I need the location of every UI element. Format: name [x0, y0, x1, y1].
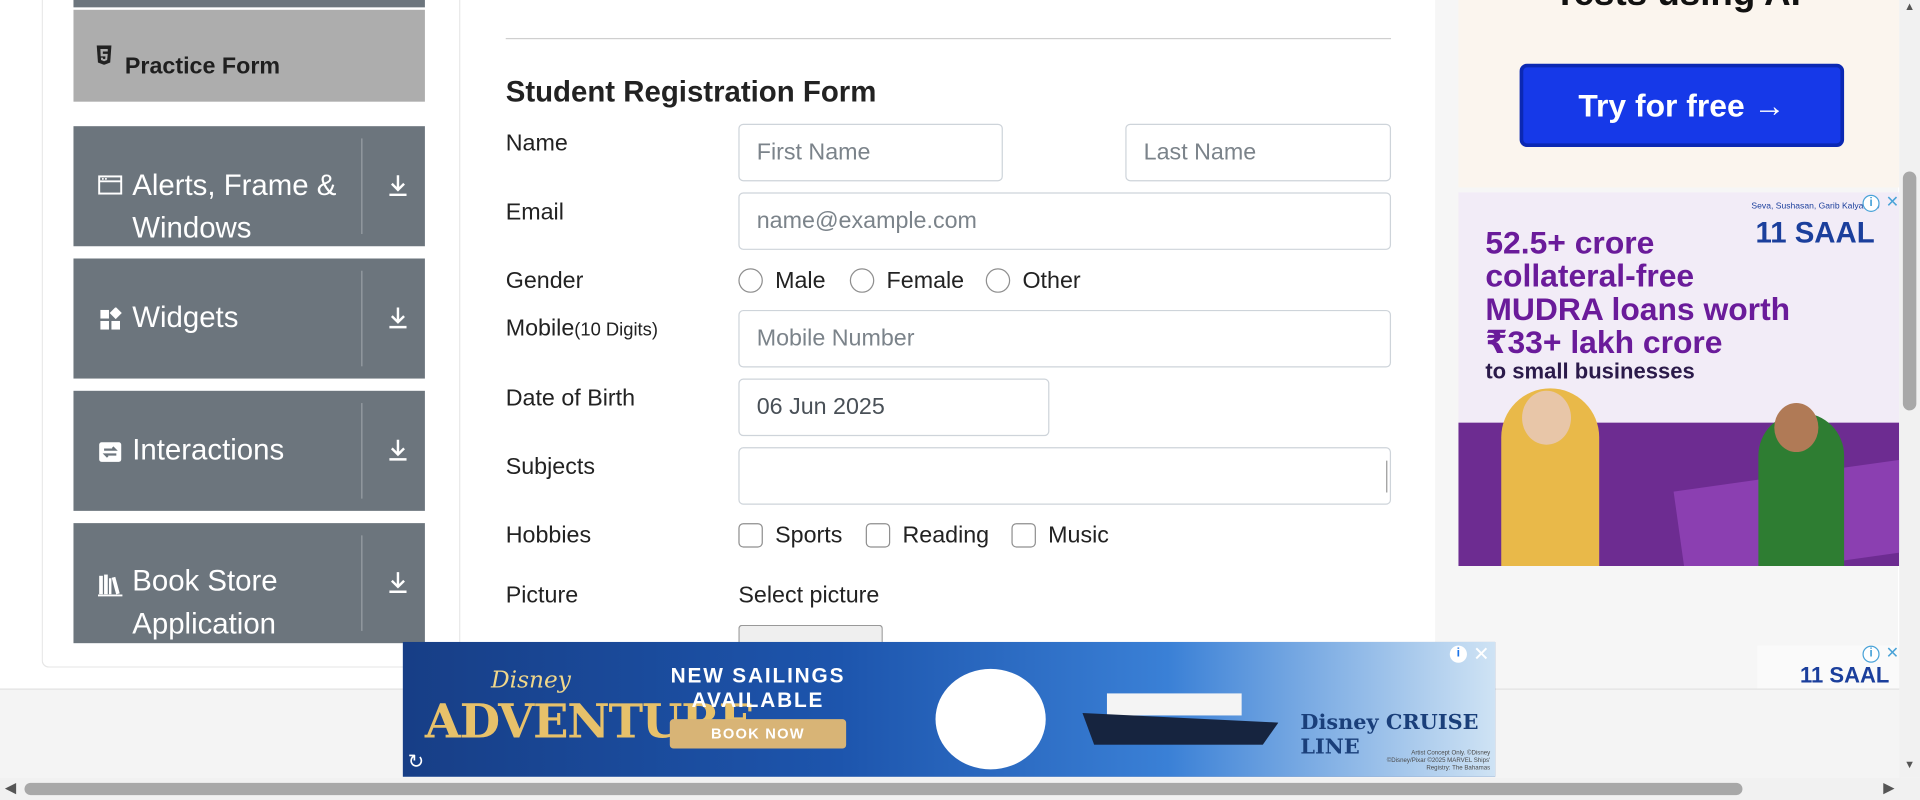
window-icon [98, 173, 123, 204]
page: Practice Form Alerts, Frame & Windows Wi… [0, 0, 1920, 800]
email-input[interactable] [738, 192, 1392, 250]
sidebar-prev-item[interactable] [73, 0, 425, 8]
subjects-label: Subjects [505, 454, 595, 481]
scrollbar-thumb[interactable] [24, 782, 1743, 796]
download-arrow-icon[interactable] [386, 305, 410, 337]
ad-close-icon[interactable]: ✕ [1886, 643, 1899, 663]
download-arrow-icon[interactable] [386, 173, 410, 205]
banner-ship-deck [1106, 693, 1242, 716]
divider [361, 535, 363, 631]
last-name-input[interactable] [1125, 123, 1392, 182]
sidebar-item-label: Practice Form [124, 53, 281, 80]
name-label: Name [505, 131, 568, 157]
scroll-left-arrow-icon[interactable]: ◀ [5, 779, 16, 796]
gender-other-radio[interactable] [985, 268, 1011, 293]
scroll-up-arrow-icon[interactable]: ▲ [1904, 0, 1915, 12]
ad-info-icon[interactable]: i [1862, 194, 1880, 212]
sidebar-group-widgets[interactable]: Widgets [73, 258, 425, 379]
picture-label: Picture [505, 583, 579, 609]
ad-info-icon[interactable]: i [1862, 645, 1880, 663]
scrollbar-thumb[interactable] [1902, 171, 1917, 411]
select-picture-label: Select picture [738, 583, 880, 609]
book-now-button[interactable]: BOOK NOW [669, 719, 847, 749]
email-label: Email [505, 199, 564, 226]
divider [361, 403, 363, 499]
hobby-sports-checkbox[interactable] [738, 523, 763, 548]
gender-other-label[interactable]: Other [1022, 268, 1080, 295]
ad-mudra[interactable]: 52.5+ crore collateral-free MUDRA loans … [1458, 192, 1900, 566]
gender-male-radio[interactable] [738, 268, 763, 293]
vertical-scrollbar[interactable]: ▲ ▼ [1899, 0, 1920, 778]
mobile-input[interactable] [738, 309, 1392, 368]
sidebar-group-alerts[interactable]: Alerts, Frame & Windows [73, 126, 425, 247]
hobbies-label: Hobbies [505, 523, 592, 549]
scroll-down-arrow-icon[interactable]: ▼ [1904, 758, 1915, 770]
refresh-icon[interactable]: ↻ [408, 750, 424, 775]
ad-person-head [1774, 403, 1819, 453]
page-title: Student Registration Form [505, 75, 877, 110]
text-cursor [1386, 460, 1388, 493]
divider [505, 37, 1392, 40]
sidebar-group-label: Alerts, Frame & Windows [132, 169, 337, 246]
hobby-sports-label[interactable]: Sports [775, 523, 842, 550]
gender-female-label[interactable]: Female [887, 268, 965, 295]
sidebar-group-label: Widgets [132, 301, 239, 335]
scroll-right-arrow-icon[interactable]: ▶ [1883, 779, 1894, 796]
sidebar-group-label: Interactions [132, 433, 285, 467]
hobby-reading-label[interactable]: Reading [902, 523, 989, 550]
subjects-input[interactable] [738, 447, 1392, 505]
divider [361, 270, 363, 367]
mobile-hint: (10 Digits) [574, 319, 658, 341]
sidebar-group-book-store[interactable]: Book Store Application [73, 523, 425, 644]
gender-label: Gender [505, 268, 584, 295]
horizontal-scrollbar[interactable]: ◀ ▶ [0, 777, 1920, 800]
mobile-label-text: Mobile [505, 316, 575, 342]
ad-close-icon[interactable]: ✕ [1886, 192, 1899, 212]
interactions-icon [98, 440, 122, 471]
ad-tagline: Tests using AI [1554, 0, 1801, 15]
gender-female-radio[interactable] [849, 268, 875, 293]
mobile-label: Mobile(10 Digits) [506, 316, 658, 343]
banner-headline: NEW SAILINGS AVAILABLE [670, 664, 846, 712]
banner-fine-print: Artist Concept Only. ©Disney ©Disney/Pix… [1386, 749, 1491, 772]
ad-logo: 11 SAAL [1799, 662, 1890, 688]
ad-mudra-subtitle: to small businesses [1485, 358, 1695, 384]
download-arrow-icon[interactable] [386, 437, 410, 469]
widgets-icon [98, 306, 122, 339]
hobby-music-label[interactable]: Music [1048, 523, 1109, 550]
hobby-music-checkbox[interactable] [1011, 523, 1036, 548]
ad-banner-disney[interactable]: Disney ADVENTURE NEW SAILINGS AVAILABLE … [402, 641, 1496, 777]
close-icon[interactable]: ✕ [1473, 642, 1489, 667]
sidebar-group-label: Book Store Application [132, 564, 278, 641]
try-for-free-button[interactable]: Try for free → [1519, 63, 1845, 148]
ad-logo-subtext: Seva, Sushasan, Garib Kalyan ke [1751, 202, 1880, 211]
ad-person-head [1522, 390, 1572, 445]
sidebar-item-practice-form[interactable]: Practice Form [73, 9, 425, 102]
divider [361, 138, 363, 234]
html5-icon [96, 45, 113, 68]
first-name-input[interactable] [738, 123, 1003, 182]
date-of-birth-input[interactable] [738, 378, 1050, 437]
banner-characters-image [935, 668, 1046, 770]
ad-logo: 11 SAAL [1755, 216, 1875, 250]
ad-info-icon[interactable]: i [1449, 645, 1467, 663]
download-arrow-icon[interactable] [386, 570, 410, 602]
ad-try-for-free[interactable]: Tests using AI Try for free → [1458, 0, 1900, 188]
gender-male-label[interactable]: Male [775, 268, 825, 295]
sidebar-group-interactions[interactable]: Interactions [73, 390, 425, 511]
dob-label: Date of Birth [505, 385, 636, 412]
books-icon [97, 572, 123, 603]
banner-disney-logo: Disney [491, 666, 571, 694]
hobby-reading-checkbox[interactable] [865, 523, 891, 548]
